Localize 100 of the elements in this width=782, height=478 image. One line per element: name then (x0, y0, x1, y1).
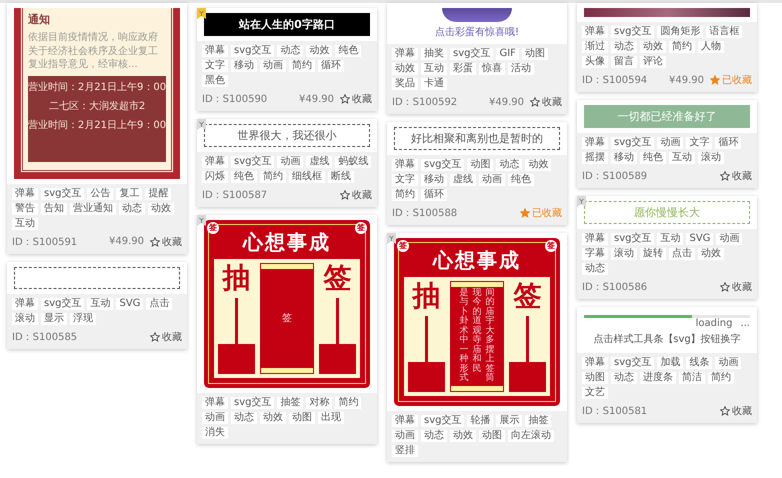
tag-chip[interactable]: 渐过 (582, 41, 608, 53)
tag-chip[interactable]: 动效 (392, 63, 418, 75)
tag-chip[interactable]: 动态 (277, 45, 304, 57)
tag-chip[interactable]: svg交互 (41, 298, 84, 310)
tag-chip[interactable]: 循环 (421, 189, 447, 201)
tag-chip[interactable]: 卡通 (421, 78, 447, 90)
template-card[interactable]: 弹幕 svg交互 互动 SVG 点击 滚动 显示 浮现 ID：S100585 收藏 (7, 262, 187, 348)
tag-chip[interactable]: 虚线 (306, 156, 332, 168)
tag-chip[interactable]: 弹幕 (12, 188, 38, 200)
tag-chip[interactable]: 对称 (306, 397, 332, 409)
tag-chip[interactable]: 动态 (119, 202, 145, 214)
tag-chip[interactable]: 告知 (41, 202, 67, 214)
tag-chip[interactable]: 浮现 (70, 312, 96, 324)
favorite-button[interactable]: 收藏 (340, 92, 372, 106)
tag-chip[interactable]: 弹幕 (202, 45, 228, 57)
tag-chip[interactable]: 奖品 (392, 78, 418, 90)
tag-chip[interactable]: 警告 (12, 202, 38, 214)
tag-chip[interactable]: 评论 (640, 56, 666, 68)
tag-chip[interactable]: 蚂蚁线 (335, 156, 372, 168)
tag-chip[interactable]: 纯色 (231, 171, 257, 183)
tag-chip[interactable]: 动态 (611, 372, 637, 384)
template-card[interactable]: 通知 依据目前疫情情况，响应政府关于经济社会秩序及企业复工复业指导意见，经审核... 营业时间：2月21日上午9：00 二七区：大润发超市2 营业时间：2月21日上午9：00 弹幕 svg交互 公告 复工 提醒 警告 告知 营业通知 动态 动效 互动 ID：S100591 ¥49.90 收藏 (7, 3, 187, 254)
tag-chip[interactable]: 复工 (116, 188, 142, 200)
tag-chip[interactable]: 简约 (289, 60, 315, 72)
tag-chip[interactable]: 动态 (582, 263, 608, 275)
tag-chip[interactable]: 动图 (522, 48, 548, 60)
tag-chip[interactable]: 轮播 (467, 415, 494, 427)
template-card[interactable]: 签 签 心想事成 抽 签 签 弹幕 svg交互 抽签 对称 简约 动画 动态 动效 动图 出现 消失 (197, 215, 377, 444)
tag-chip[interactable]: 纯色 (335, 45, 362, 57)
tag-chip[interactable]: 虚线 (450, 174, 476, 186)
tag-chip[interactable]: 文字 (686, 137, 712, 149)
template-card[interactable]: 一切都已经准备好了 弹幕 svg交互 动画 文字 循环 摇摆 移动 纯色 互动 滚动 ID：S100589 收藏 (577, 100, 757, 188)
tag-chip[interactable]: 互动 (657, 233, 684, 245)
tag-chip[interactable]: SVG (116, 298, 144, 310)
tag-chip[interactable]: 动态 (421, 430, 447, 442)
tag-chip[interactable]: 移动 (421, 174, 447, 186)
tag-chip[interactable]: 圆角矩形 (657, 26, 704, 38)
tag-chip[interactable]: 动画 (260, 60, 286, 72)
tag-chip[interactable]: SVG (686, 233, 714, 245)
tag-chip[interactable]: 滚动 (698, 152, 724, 164)
tag-chip[interactable]: 竖排 (392, 445, 418, 457)
favorite-button[interactable]: 收藏 (720, 404, 752, 418)
tag-chip[interactable]: 弹幕 (582, 357, 608, 369)
tag-chip[interactable]: 显示 (41, 312, 67, 324)
tag-chip[interactable]: 出现 (318, 412, 344, 424)
tag-chip[interactable]: 互动 (87, 298, 114, 310)
favorite-button[interactable]: 收藏 (150, 330, 182, 344)
tag-chip[interactable]: 动图 (582, 372, 608, 384)
tag-chip[interactable]: 弹幕 (582, 137, 608, 149)
tag-chip[interactable]: 动画 (657, 137, 684, 149)
tag-chip[interactable]: 动图 (289, 412, 315, 424)
tag-chip[interactable]: 公告 (87, 188, 114, 200)
tag-chip[interactable]: 加载 (657, 357, 684, 369)
tag-chip[interactable]: 动图 (479, 430, 505, 442)
tag-chip[interactable]: 抽奖 (421, 48, 447, 60)
tag-chip[interactable]: svg交互 (450, 48, 494, 60)
template-card[interactable]: loading ... 点击样式工具条【svg】按钮换字 弹幕 svg交互 加载 线条 动画 动图 动态 进度条 简洁 简约 文艺 ID：S100581 收藏 (577, 307, 757, 423)
tag-chip[interactable]: 滚动 (12, 312, 38, 324)
tag-chip[interactable]: 进度条 (640, 372, 676, 384)
tag-chip[interactable]: 人物 (698, 41, 724, 53)
tag-chip[interactable]: 线条 (686, 357, 712, 369)
tag-chip[interactable]: 展示 (496, 415, 522, 427)
tag-chip[interactable]: 移动 (611, 152, 637, 164)
tag-chip[interactable]: 简约 (335, 397, 362, 409)
tag-chip[interactable]: 动效 (698, 248, 724, 260)
tag-chip[interactable]: 简约 (392, 189, 418, 201)
tag-chip[interactable]: 彩蛋 (450, 63, 476, 75)
template-card[interactable]: 站在人生的0字路口 弹幕 svg交互 动态 动效 纯色 文字 移动 动画 简约 循环 黑色 ID：S100590 ¥49.90 收藏 (197, 8, 377, 111)
tag-chip[interactable]: 动效 (148, 202, 174, 214)
tag-chip[interactable]: 滚动 (611, 248, 637, 260)
tag-chip[interactable]: 文字 (392, 174, 418, 186)
tag-chip[interactable]: 简约 (669, 41, 695, 53)
tag-chip[interactable]: 抽签 (525, 415, 552, 427)
tag-chip[interactable]: 简约 (260, 171, 286, 183)
template-card[interactable]: 愿你慢慢长大 弹幕 svg交互 互动 SVG 动画 字幕 滚动 旋转 点击 动效 动态 ID：S100586 收藏 (577, 196, 757, 299)
tag-chip[interactable]: 留言 (611, 56, 637, 68)
template-card[interactable]: 好比相聚和离别也是暂时的 弹幕 svg交互 动图 动态 动效 文字 移动 虚线 动画 纯色 简约 循环 ID：S100588 已收藏 (387, 122, 567, 225)
template-card[interactable]: 点击彩蛋有惊喜哦! 弹幕 抽奖 svg交互 GIF 动图 动效 互动 彩蛋 惊喜 活动 奖品 卡通 ID：S100592 ¥49.90 收藏 (387, 3, 567, 114)
template-card[interactable]: 世界很大，我还很小 弹幕 svg交互 动画 虚线 蚂蚁线 闪烁 纯色 简约 细线框 断线 ID：S100587 收藏 (197, 119, 377, 207)
tag-chip[interactable]: 动画 (715, 357, 742, 369)
tag-chip[interactable]: 点击 (669, 248, 695, 260)
tag-chip[interactable]: svg交互 (611, 26, 654, 38)
tag-chip[interactable]: svg交互 (611, 357, 654, 369)
tag-chip[interactable]: 纯色 (640, 152, 666, 164)
tag-chip[interactable]: GIF (496, 48, 519, 60)
tag-chip[interactable]: 弹幕 (202, 397, 228, 409)
tag-chip[interactable]: 动效 (306, 45, 332, 57)
tag-chip[interactable]: 弹幕 (392, 48, 418, 60)
tag-chip[interactable]: svg交互 (41, 188, 84, 200)
tag-chip[interactable]: svg交互 (231, 397, 274, 409)
tag-chip[interactable]: 旋转 (640, 248, 666, 260)
tag-chip[interactable]: 动画 (716, 233, 742, 245)
tag-chip[interactable]: svg交互 (231, 156, 274, 168)
tag-chip[interactable]: 移动 (231, 60, 257, 72)
tag-chip[interactable]: 互动 (669, 152, 695, 164)
tag-chip[interactable]: 动画 (277, 156, 304, 168)
tag-chip[interactable]: 点击 (146, 298, 172, 310)
tag-chip[interactable]: 惊喜 (479, 63, 505, 75)
tag-chip[interactable]: 摇摆 (582, 152, 608, 164)
favorite-button[interactable]: 收藏 (150, 234, 182, 248)
